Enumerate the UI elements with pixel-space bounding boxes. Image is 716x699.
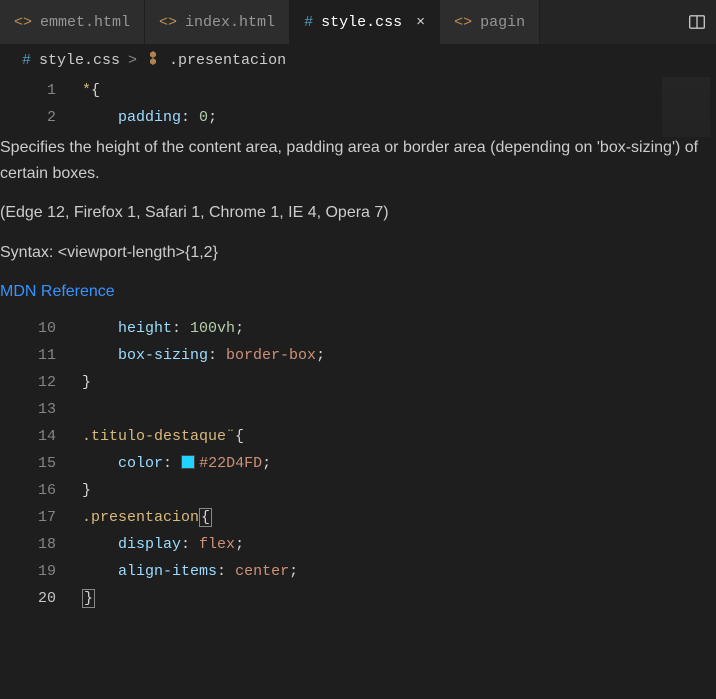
line-number: 16: [0, 477, 82, 504]
html-icon: <>: [14, 14, 32, 31]
tab-emmet-html[interactable]: <> emmet.html: [0, 0, 145, 44]
code-selector: .titulo-destaque¨: [82, 428, 235, 445]
breadcrumb[interactable]: # style.css > .presentacion: [0, 44, 716, 77]
code-value: 100vh: [181, 320, 235, 337]
code-editor[interactable]: 1 *{ 2 padding: 0; Specifies the height …: [0, 77, 716, 612]
html-icon: <>: [454, 14, 472, 31]
code-colon: :: [181, 536, 190, 553]
breadcrumb-file: style.css: [39, 52, 120, 69]
code-semi: ;: [289, 563, 298, 580]
code-brace: {: [235, 428, 244, 445]
code-value: 0: [190, 109, 208, 126]
line-number: 19: [0, 558, 82, 585]
code-value: flex: [190, 536, 235, 553]
tab-label: index.html: [185, 14, 275, 31]
code-semi: ;: [262, 455, 271, 472]
code-colon: :: [208, 347, 217, 364]
code-brace: }: [82, 374, 91, 391]
code-colon: :: [217, 563, 226, 580]
mdn-reference-link[interactable]: MDN Reference: [0, 283, 115, 300]
tab-style-css[interactable]: # style.css ×: [290, 0, 440, 44]
code-colon: :: [163, 455, 172, 472]
close-icon[interactable]: ×: [416, 14, 425, 31]
hover-tooltip: Specifies the height of the content area…: [0, 131, 716, 315]
color-swatch-icon[interactable]: [181, 455, 195, 469]
code-value: center: [226, 563, 289, 580]
breadcrumb-symbol: .presentacion: [169, 52, 286, 69]
line-number: 20: [0, 585, 82, 612]
line-number: 11: [0, 342, 82, 369]
hover-description: Specifies the height of the content area…: [0, 135, 716, 186]
line-number: 10: [0, 315, 82, 342]
code-property: display: [118, 536, 181, 553]
split-editor-icon[interactable]: [678, 0, 716, 44]
code-selector: .presentacion: [82, 509, 199, 526]
line-number: 15: [0, 450, 82, 477]
code-property: box-sizing: [118, 347, 208, 364]
code-brace: }: [82, 589, 95, 608]
tab-pagin[interactable]: <> pagin: [440, 0, 540, 44]
line-number: 1: [0, 77, 82, 104]
code-semi: ;: [208, 109, 217, 126]
code-semi: ;: [235, 320, 244, 337]
editor-tabs: <> emmet.html <> index.html # style.css …: [0, 0, 716, 44]
code-property: align-items: [118, 563, 217, 580]
code-brace: {: [91, 82, 100, 99]
hover-syntax: Syntax: <viewport-length>{1,2}: [0, 240, 716, 266]
css-icon: #: [22, 52, 31, 69]
code-property: padding: [118, 109, 181, 126]
line-number: 18: [0, 531, 82, 558]
code-brace: {: [199, 508, 212, 527]
symbol-icon: [145, 50, 161, 71]
html-icon: <>: [159, 14, 177, 31]
line-number: 2: [0, 104, 82, 131]
code-brace: }: [82, 482, 91, 499]
tab-label: style.css: [321, 14, 402, 31]
code-value: #22D4FD: [199, 455, 262, 472]
code-property: color: [118, 455, 163, 472]
tab-label: emmet.html: [40, 14, 130, 31]
code-property: height: [118, 320, 172, 337]
css-icon: #: [304, 14, 313, 31]
line-number: 17: [0, 504, 82, 531]
code-value: border-box: [217, 347, 316, 364]
line-number: 14: [0, 423, 82, 450]
line-number: 13: [0, 396, 82, 423]
chevron-right-icon: >: [128, 52, 137, 69]
tab-index-html[interactable]: <> index.html: [145, 0, 290, 44]
tab-label: pagin: [480, 14, 525, 31]
line-number: 12: [0, 369, 82, 396]
hover-browsers: (Edge 12, Firefox 1, Safari 1, Chrome 1,…: [0, 200, 716, 226]
code-colon: :: [181, 109, 190, 126]
code-colon: :: [172, 320, 181, 337]
code-selector: *: [82, 82, 91, 99]
code-semi: ;: [235, 536, 244, 553]
code-semi: ;: [316, 347, 325, 364]
minimap[interactable]: [662, 77, 710, 137]
